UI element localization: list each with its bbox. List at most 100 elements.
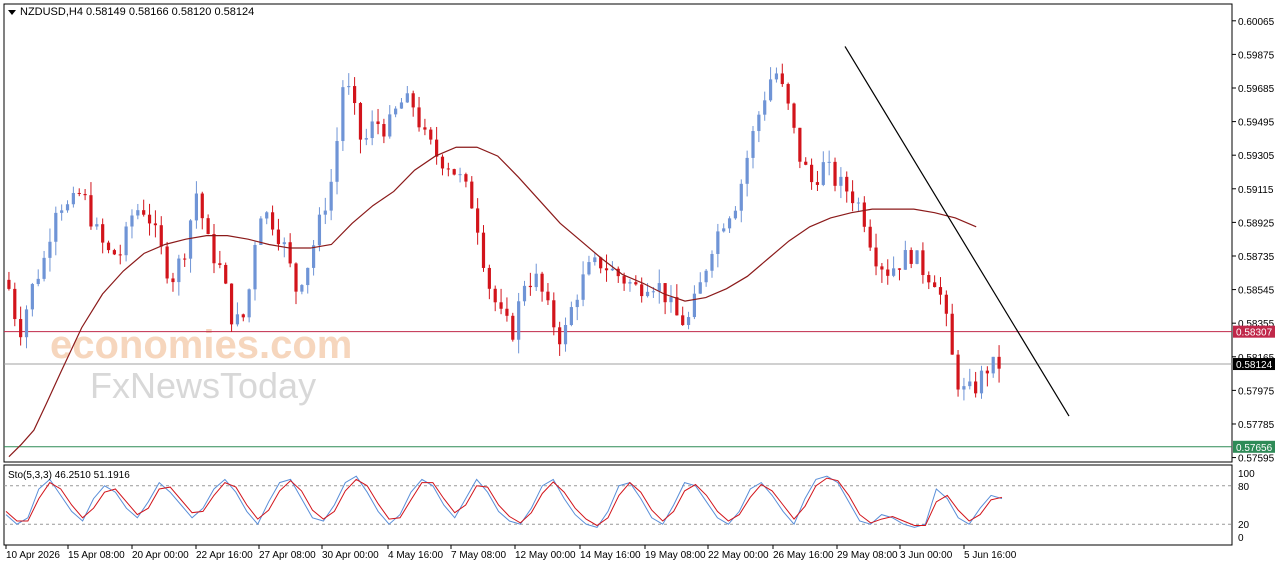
candle-body (499, 302, 503, 309)
x-tick-label: 20 Apr 00:00 (132, 550, 189, 561)
candle-body (944, 294, 948, 314)
candle-body (833, 161, 837, 186)
candle-body (985, 370, 989, 374)
candle-body (821, 162, 825, 185)
candle-body (552, 300, 556, 328)
candle-body (968, 381, 972, 387)
candle-body (874, 247, 878, 267)
candle-body (558, 327, 562, 345)
candle-body (411, 93, 415, 108)
candle-body (540, 273, 544, 292)
candle-body (933, 282, 937, 288)
candle-body (704, 270, 708, 283)
candle-body (786, 84, 790, 104)
y-tick-label: 0.57595 (1238, 454, 1275, 465)
candle-body (856, 202, 861, 204)
candle-body (710, 253, 714, 271)
y-tick-label: 0.59875 (1238, 50, 1275, 61)
candle-body (282, 242, 286, 245)
x-tick-label: 12 May 00:00 (515, 550, 576, 561)
candle-body (493, 288, 497, 303)
candle-body (569, 307, 573, 325)
candle-body (657, 283, 661, 292)
x-tick-label: 15 Apr 08:00 (68, 550, 125, 561)
candle-body (628, 282, 632, 284)
candle-body (382, 124, 386, 137)
candle-body (446, 168, 450, 170)
candle-body (815, 182, 820, 185)
candle-body (868, 226, 872, 248)
watermark-economies: economies.com (50, 323, 352, 367)
candle-body (751, 131, 755, 158)
candle-body (798, 127, 802, 162)
candle-body (950, 313, 954, 355)
candle-body (915, 250, 919, 264)
candle-body (546, 291, 550, 301)
candle-body (36, 278, 40, 285)
candle-body (686, 317, 691, 326)
candle-body (880, 266, 884, 270)
candle-body (862, 202, 866, 227)
candle-body (698, 282, 702, 294)
dropdown-triangle-icon[interactable] (8, 9, 16, 15)
candle-body (294, 263, 298, 292)
candle-body (77, 192, 81, 194)
candle-body (845, 176, 849, 192)
candle-body (458, 174, 462, 176)
candle-body (95, 224, 99, 227)
candle-body (563, 324, 568, 345)
y-tick-label: 0.59115 (1238, 185, 1274, 196)
candle-body (253, 244, 257, 290)
candle-body (827, 161, 831, 163)
candle-body (774, 73, 779, 80)
candle-body (622, 276, 626, 284)
candle-body (903, 250, 907, 270)
candle-body (306, 267, 310, 286)
candle-body (452, 169, 456, 175)
candle-body (733, 210, 738, 219)
candle-body (89, 195, 93, 227)
candle-body (323, 210, 327, 215)
candle-body (417, 107, 421, 128)
candle-body (587, 262, 591, 275)
candle-body (183, 258, 187, 260)
candle-body (651, 291, 655, 293)
candle-body (440, 156, 445, 169)
candle-body (147, 214, 152, 224)
sto-level-label: 20 (1238, 520, 1250, 531)
x-tick-label: 14 May 16:00 (580, 550, 641, 561)
candle-body (83, 193, 87, 196)
chart-area: economies.com FxNewsToday 0.60065 0.59875 0.… (0, 0, 1280, 567)
y-tick-label: 0.59305 (1238, 151, 1275, 162)
candle-body (745, 157, 749, 184)
candle-body (206, 218, 210, 234)
candle-body (487, 267, 491, 289)
chart-header: NZDUSD,H4 0.58149 0.58166 0.58120 0.5812… (8, 6, 254, 18)
candle-body (341, 87, 345, 142)
candle-body (663, 283, 667, 303)
candle-body (692, 293, 697, 318)
y-tick-label: 0.58925 (1238, 218, 1275, 229)
candle-body (118, 254, 122, 256)
candle-body (511, 315, 515, 340)
y-tick-label: 0.59685 (1238, 84, 1275, 95)
candle-body (851, 191, 855, 204)
candle-body (24, 309, 29, 338)
candle-body (528, 285, 532, 288)
sto-level-label: 80 (1238, 482, 1250, 493)
candle-body (423, 127, 427, 130)
candle-body (722, 228, 726, 232)
x-tick-label: 4 May 16:00 (388, 550, 443, 561)
candle-body (300, 285, 304, 292)
candle-body (218, 263, 222, 265)
y-tick-label: 0.57785 (1238, 420, 1275, 431)
candle-body (681, 315, 685, 326)
candle-body (376, 121, 380, 125)
candle-body (200, 193, 204, 219)
candle-body (48, 241, 52, 258)
candle-body (962, 386, 966, 390)
candle-body (370, 121, 374, 139)
stochastic-label: Sto(5,3,3) 46.2510 51.1916 (8, 470, 130, 481)
candle-body (892, 268, 896, 276)
candle-body (897, 268, 902, 270)
